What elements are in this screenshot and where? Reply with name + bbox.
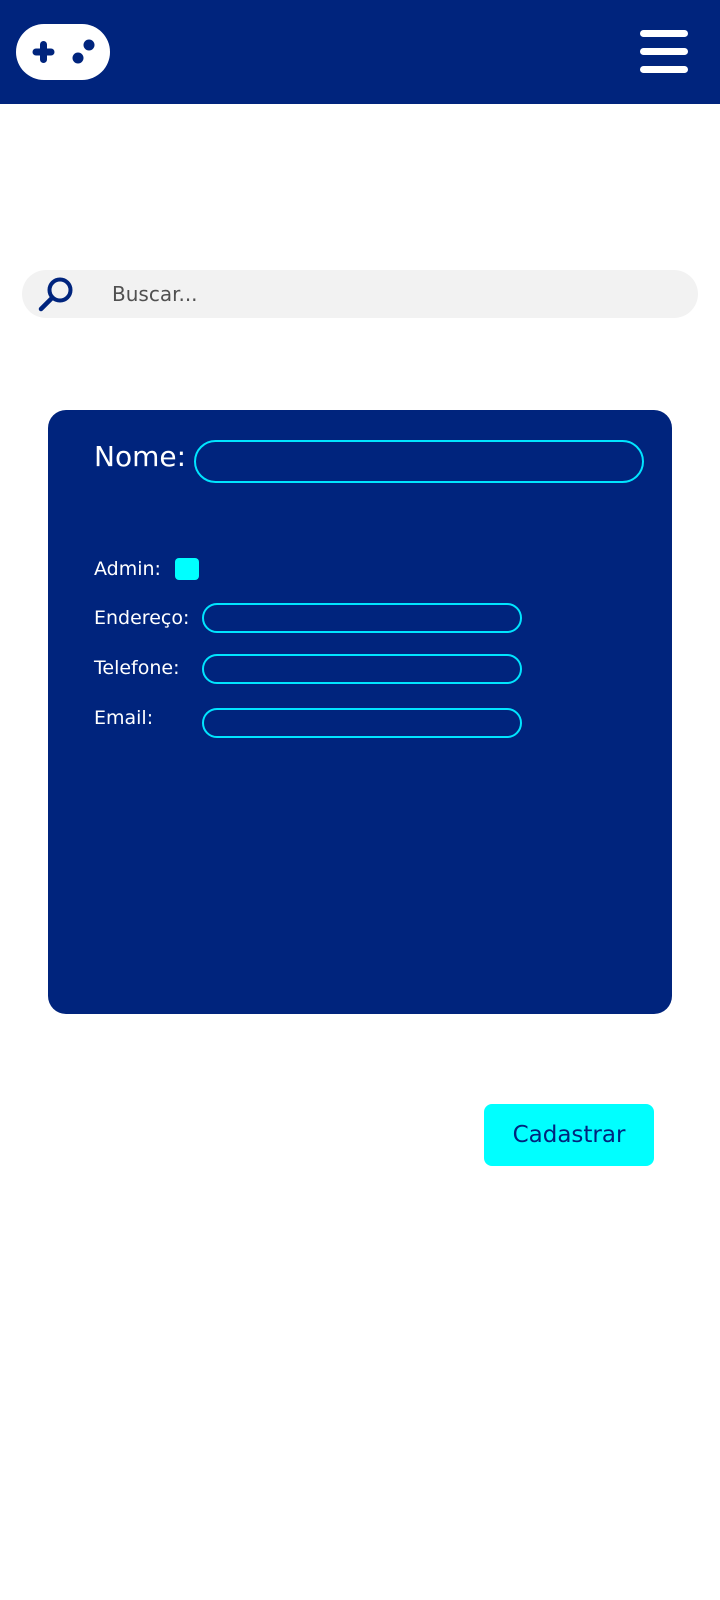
registration-form: Nome: Admin: Endereço: Telefone: Email:: [48, 410, 672, 1014]
endereco-field[interactable]: [202, 603, 522, 633]
email-field[interactable]: [202, 708, 522, 738]
admin-label: Admin:: [94, 558, 161, 580]
hamburger-menu-icon-bar: [640, 66, 688, 73]
search-bar: [22, 270, 698, 318]
telefone-label: Telefone:: [94, 657, 180, 679]
gamepad-icon: [32, 39, 95, 64]
search-icon[interactable]: [36, 276, 76, 312]
nome-field[interactable]: [194, 440, 644, 483]
telefone-field[interactable]: [202, 654, 522, 684]
cadastrar-button[interactable]: Cadastrar: [484, 1104, 654, 1166]
nome-label: Nome:: [94, 440, 187, 473]
menu-button[interactable]: [636, 26, 692, 76]
admin-checkbox[interactable]: [175, 558, 199, 580]
email-label: Email:: [94, 707, 154, 729]
page: Nome: Admin: Endereço: Telefone: Email: …: [0, 0, 720, 1600]
endereco-label: Endereço:: [94, 607, 190, 629]
hamburger-menu-icon-bar: [640, 48, 688, 55]
logo[interactable]: [16, 24, 110, 80]
hamburger-menu-icon: [640, 30, 688, 37]
search-input[interactable]: [104, 270, 684, 318]
top-bar: [0, 0, 720, 104]
